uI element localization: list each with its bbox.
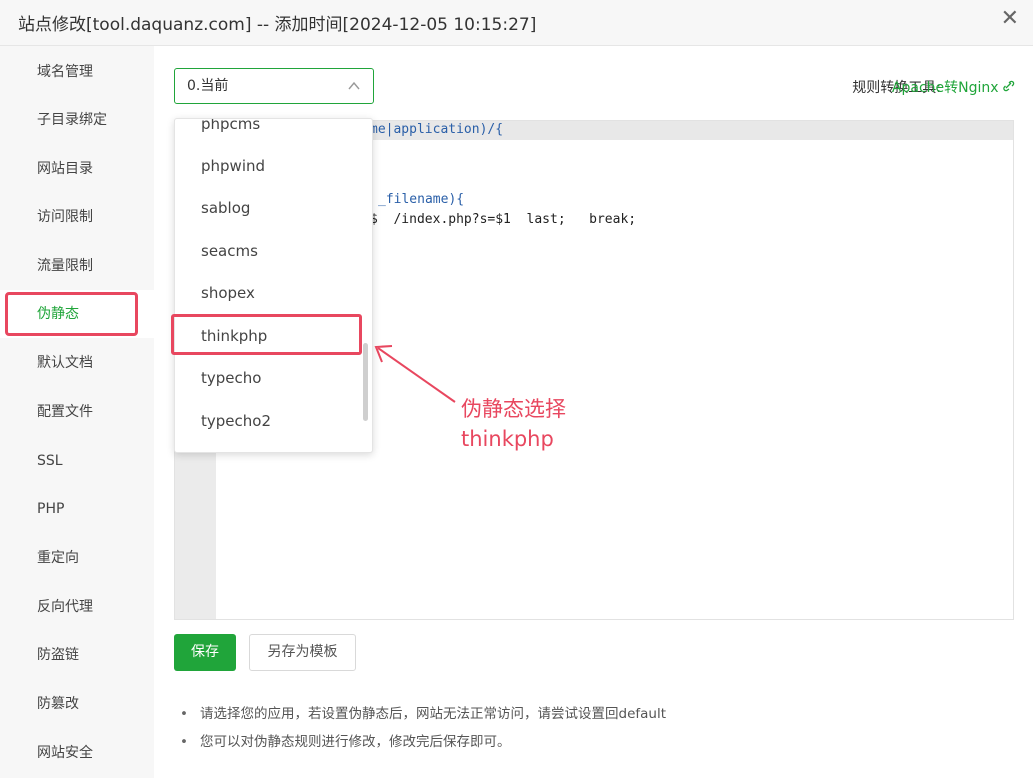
- sidebar-item-domain[interactable]: 域名管理: [0, 48, 154, 96]
- save-button[interactable]: 保存: [174, 634, 236, 671]
- sidebar-item-config[interactable]: 配置文件: [0, 388, 154, 436]
- save-as-template-button[interactable]: 另存为模板: [249, 634, 356, 671]
- sidebar-item-site-dir[interactable]: 网站目录: [0, 145, 154, 193]
- window-title: 站点修改[tool.daquanz.com] -- 添加时间[2024-12-0…: [18, 15, 537, 35]
- sidebar-item-security[interactable]: 网站安全: [0, 729, 154, 777]
- sidebar-item-access-limit[interactable]: 访问限制: [0, 193, 154, 241]
- main-panel: 0.当前 规则转换工具: Apache转Nginx me|application…: [154, 46, 1033, 778]
- help-notes: 请选择您的应用，若设置伪静态后，网站无法正常访问，请尝试设置回default 您…: [178, 704, 666, 760]
- close-icon[interactable]: ✕: [1001, 6, 1019, 31]
- rewrite-options-dropdown[interactable]: phpcms phpwind sablog seacms shopex thin…: [174, 118, 373, 453]
- link-icon: [1003, 80, 1015, 96]
- dropdown-option[interactable]: sablog: [175, 187, 361, 229]
- sidebar-item-traffic-limit[interactable]: 流量限制: [0, 242, 154, 290]
- select-value: 0.当前: [187, 78, 229, 94]
- code-line: $ /index.php?s=$1 last; break;: [370, 212, 637, 227]
- sidebar-item-subdir[interactable]: 子目录绑定: [0, 96, 154, 144]
- sidebar: 域名管理 子目录绑定 网站目录 访问限制 流量限制 伪静态 默认文档 配置文件 …: [0, 46, 154, 778]
- tool-link-label: Apache转Nginx: [891, 80, 999, 96]
- apache-to-nginx-link[interactable]: Apache转Nginx: [892, 77, 1015, 97]
- sidebar-item-default-doc[interactable]: 默认文档: [0, 339, 154, 387]
- code-line: _filename){: [378, 192, 465, 207]
- help-note: 您可以对伪静态规则进行修改，修改完后保存即可。: [178, 732, 666, 760]
- annotation-line: thinkphp: [461, 427, 554, 451]
- dropdown-scrollbar[interactable]: [363, 343, 368, 421]
- sidebar-item-ssl[interactable]: SSL: [0, 437, 154, 485]
- sidebar-item-tamper[interactable]: 防篡改: [0, 680, 154, 728]
- dropdown-option[interactable]: shopex: [175, 272, 361, 314]
- dropdown-option[interactable]: typecho2: [175, 400, 361, 442]
- window-header: 站点修改[tool.daquanz.com] -- 添加时间[2024-12-0…: [0, 0, 1033, 46]
- help-note: 请选择您的应用，若设置伪静态后，网站无法正常访问，请尝试设置回default: [178, 704, 666, 732]
- sidebar-item-rewrite[interactable]: 伪静态: [0, 290, 154, 338]
- dropdown-option[interactable]: phpcms: [175, 119, 361, 145]
- rewrite-template-select[interactable]: 0.当前: [174, 68, 374, 104]
- annotation-text: 伪静态选择 thinkphp: [461, 394, 566, 454]
- sidebar-item-hotlink[interactable]: 防盗链: [0, 631, 154, 679]
- dropdown-option[interactable]: seacms: [175, 230, 361, 272]
- sidebar-item-reverse-proxy[interactable]: 反向代理: [0, 583, 154, 631]
- chevron-up-icon: [347, 69, 361, 116]
- dropdown-option-selected[interactable]: thinkphp: [175, 315, 361, 357]
- sidebar-item-php[interactable]: PHP: [0, 485, 154, 533]
- annotation-line: 伪静态选择: [461, 397, 566, 421]
- dropdown-option[interactable]: typecho: [175, 357, 361, 399]
- code-line: me|application)/{: [370, 122, 504, 137]
- sidebar-item-redirect[interactable]: 重定向: [0, 534, 154, 582]
- dropdown-option[interactable]: phpwind: [175, 145, 361, 187]
